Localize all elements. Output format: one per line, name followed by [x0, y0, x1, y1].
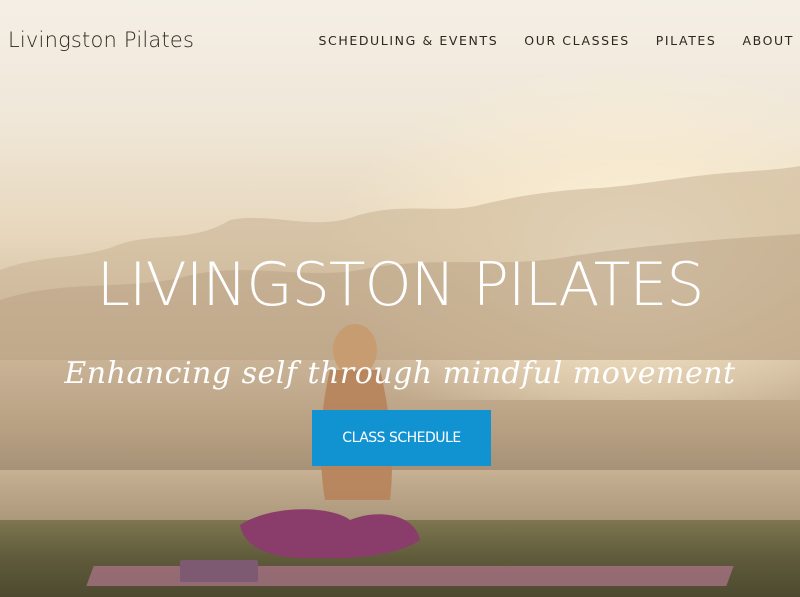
hero-section: Livingston Pilates SCHEDULING & EVENTS O… [0, 0, 800, 597]
hero-tagline: Enhancing self through mindful movement [64, 356, 736, 391]
nav-item-about[interactable]: ABOUT [742, 33, 794, 48]
site-logo[interactable]: Livingston Pilates [8, 28, 194, 52]
hero-title: LIVINGSTON PILATES [96, 250, 705, 320]
nav-item-pilates[interactable]: PILATES [656, 33, 717, 48]
nav-item-our-classes[interactable]: OUR CLASSES [524, 33, 629, 48]
main-nav: SCHEDULING & EVENTS OUR CLASSES PILATES … [318, 33, 794, 48]
site-header: Livingston Pilates SCHEDULING & EVENTS O… [0, 0, 800, 84]
class-schedule-button[interactable]: CLASS SCHEDULE [312, 410, 491, 466]
nav-item-scheduling-events[interactable]: SCHEDULING & EVENTS [318, 33, 498, 48]
